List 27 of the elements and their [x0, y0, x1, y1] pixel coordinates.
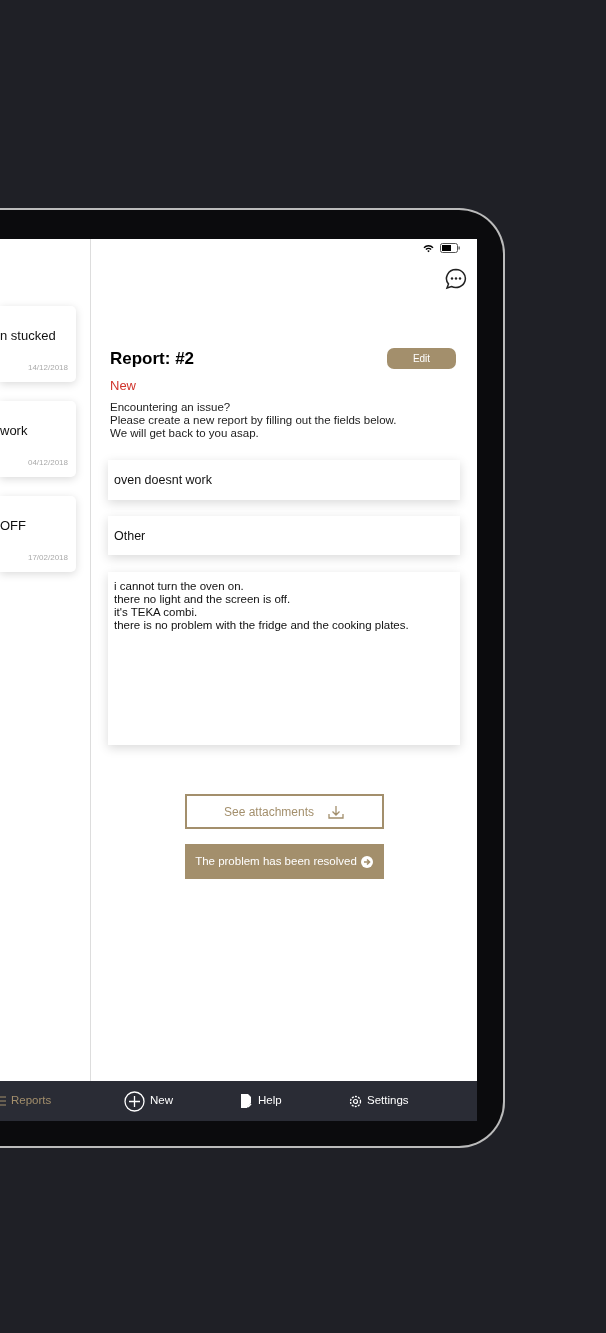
report-title: n stucked [0, 327, 57, 345]
report-card[interactable]: n stucked 14/12/2018 [0, 306, 76, 382]
report-date: 17/02/2018 [26, 552, 68, 564]
report-title: OFF [0, 517, 27, 535]
document-icon [240, 1094, 253, 1108]
report-date: 14/12/2018 [26, 362, 68, 374]
description-field[interactable]: i cannot turn the oven on. there no light and the screen is off. it's TEKA combi. there is no problem with the fridge and the cooking plates. [108, 572, 460, 745]
report-title: Report: #2 [110, 348, 195, 370]
intro-text: Encountering an issue? Please create a new report by filling out the fields below. We will get back to you asap. [109, 401, 398, 440]
report-status: New [109, 376, 137, 395]
tab-item[interactable]: Help [240, 1092, 282, 1110]
arrow-circle-icon [360, 855, 373, 868]
plus-circle-icon [124, 1090, 145, 1112]
category-field[interactable]: Other [108, 516, 460, 555]
settings-icon [349, 1094, 362, 1108]
wifi-icon [423, 243, 434, 253]
tab-item[interactable]: Settings [349, 1092, 409, 1110]
report-card[interactable]: OFF 17/02/2018 [0, 496, 76, 572]
tab-item[interactable]: New [124, 1090, 173, 1112]
report-date: 04/12/2018 [26, 457, 68, 469]
download-icon [328, 804, 345, 819]
report-card[interactable]: work 04/12/2018 [0, 401, 76, 477]
subject-field[interactable]: oven doesnt work [108, 460, 460, 500]
report-title: work [0, 422, 29, 440]
tab-item[interactable]: Reports [0, 1092, 52, 1110]
chat-icon[interactable] [445, 268, 467, 290]
battery-icon [440, 243, 460, 253]
